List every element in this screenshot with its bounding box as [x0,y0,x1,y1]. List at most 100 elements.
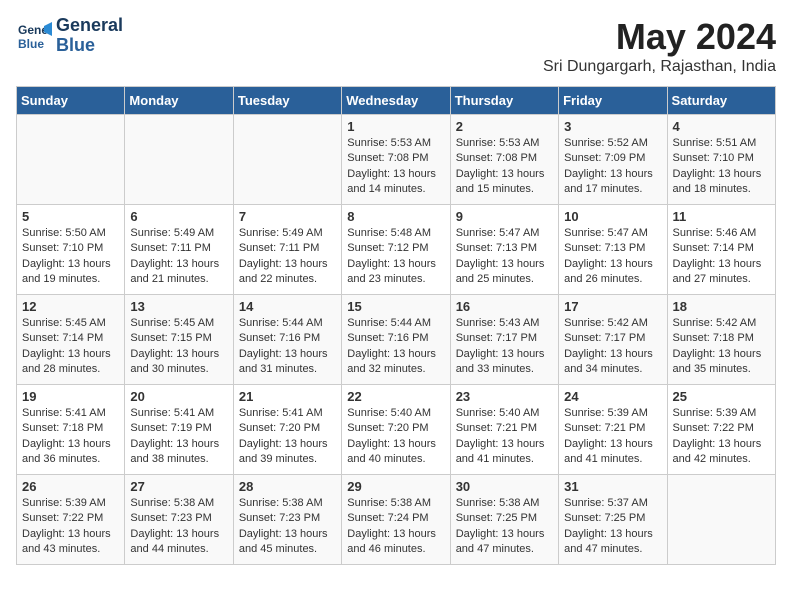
day-info: Sunrise: 5:41 AM Sunset: 7:20 PM Daylight:… [239,406,336,468]
daylight-text: Daylight: 13 hours and 46 minutes. [347,528,436,555]
sunset-text: Sunset: 7:22 PM [673,422,754,434]
daylight-text: Daylight: 13 hours and 19 minutes. [22,258,111,285]
sunrise-text: Sunrise: 5:42 AM [673,317,757,329]
sunrise-text: Sunrise: 5:43 AM [456,317,540,329]
sunrise-text: Sunrise: 5:45 AM [22,317,106,329]
sunset-text: Sunset: 7:16 PM [347,332,428,344]
sunset-text: Sunset: 7:19 PM [130,422,211,434]
sunrise-text: Sunrise: 5:40 AM [347,407,431,419]
calendar-cell: 3Sunrise: 5:52 AMSunset: 7:09 PMDaylight… [559,115,667,205]
sunset-text: Sunset: 7:09 PM [564,152,645,164]
sunrise-text: Sunrise: 5:41 AM [239,407,323,419]
weekday-header-thursday: Thursday [450,87,558,115]
day-number: 8 [347,209,444,224]
sunrise-text: Sunrise: 5:44 AM [347,317,431,329]
day-info: Sunrise: 5:39 AM Sunset: 7:22 PM Daylight:… [673,406,770,468]
sunrise-text: Sunrise: 5:38 AM [456,497,540,509]
calendar-header: SundayMondayTuesdayWednesdayThursdayFrid… [17,87,776,115]
calendar-cell: 25 Sunrise: 5:39 AM Sunset: 7:22 PM Dayligh… [667,385,775,475]
sunrise-text: Sunrise: 5:48 AM [347,227,431,239]
day-number: 29 [347,479,444,494]
daylight-text: Daylight: 13 hours and 43 minutes. [22,528,111,555]
day-info: Sunrise: 5:38 AMSunset: 7:23 PMDaylight:… [130,496,227,558]
day-number: 27 [130,479,227,494]
daylight-text: Daylight: 13 hours and 21 minutes. [130,258,219,285]
daylight-text: Daylight: 13 hours and 41 minutes. [564,438,653,465]
daylight-text: Daylight: 13 hours and 39 minutes. [239,438,328,465]
day-info: Sunrise: 5:45 AMSunset: 7:14 PMDaylight:… [22,316,119,378]
day-info: Sunrise: 5:48 AMSunset: 7:12 PMDaylight:… [347,226,444,288]
sunset-text: Sunset: 7:08 PM [347,152,428,164]
sunrise-text: Sunrise: 5:39 AM [22,497,106,509]
daylight-text: Daylight: 13 hours and 34 minutes. [564,348,653,375]
day-number: 24 [564,389,661,404]
day-number: 20 [130,389,227,404]
day-info: Sunrise: 5:42 AMSunset: 7:18 PMDaylight:… [673,316,770,378]
day-info: Sunrise: 5:44 AMSunset: 7:16 PMDaylight:… [347,316,444,378]
day-number: 5 [22,209,119,224]
sunrise-text: Sunrise: 5:39 AM [564,407,648,419]
calendar-cell: 27 Sunrise: 5:38 AMSunset: 7:23 PMDayligh… [125,475,233,565]
day-info: Sunrise: 5:38 AMSunset: 7:25 PMDaylight:… [456,496,553,558]
sunset-text: Sunset: 7:15 PM [130,332,211,344]
calendar-cell: 6Sunrise: 5:49 AMSunset: 7:11 PMDaylight… [125,205,233,295]
daylight-text: Daylight: 13 hours and 45 minutes. [239,528,328,555]
daylight-text: Daylight: 13 hours and 47 minutes. [456,528,545,555]
day-number: 9 [456,209,553,224]
daylight-text: Daylight: 13 hours and 18 minutes. [673,168,762,195]
daylight-text: Daylight: 13 hours and 35 minutes. [673,348,762,375]
sunrise-text: Sunrise: 5:41 AM [130,407,214,419]
day-info: Sunrise: 5:40 AMSunset: 7:21 PMDaylight:… [456,406,553,468]
sunrise-text: Sunrise: 5:38 AM [130,497,214,509]
calendar-cell: 28Sunrise: 5:38 AMSunset: 7:23 PMDayligh… [233,475,341,565]
calendar-cell: 21Sunrise: 5:41 AMSunset: 7:20 PMDayligh… [233,385,341,475]
weekday-header-tuesday: Tuesday [233,87,341,115]
daylight-text: Daylight: 13 hours and 27 minutes. [673,258,762,285]
daylight-text: Daylight: 13 hours and 17 minutes. [564,168,653,195]
calendar-week-4: 19Sunrise: 5:41 AMSunset: 7:18 PMDayligh… [17,385,776,475]
sunset-text: Sunset: 7:20 PM [239,422,320,434]
day-info: Sunrise: 5:51 AMSunset: 7:10 PMDaylight:… [673,136,770,198]
day-number: 13 [130,299,227,314]
calendar-cell [125,115,233,205]
daylight-text: Daylight: 13 hours and 42 minutes. [673,438,762,465]
calendar-week-1: 1Sunrise: 5:53 AMSunset: 7:08 PMDaylight… [17,115,776,205]
calendar-cell: 29Sunrise: 5:38 AMSunset: 7:24 PMDayligh… [342,475,450,565]
weekday-header-sunday: Sunday [17,87,125,115]
svg-text:Blue: Blue [18,37,44,51]
daylight-text: Daylight: 13 hours and 31 minutes. [239,348,328,375]
day-info: Sunrise: 5:49 AMSunset: 7:11 PMDaylight:… [239,226,336,288]
calendar-cell: 8 Sunrise: 5:48 AMSunset: 7:12 PMDaylight… [342,205,450,295]
day-info: Sunrise: 5:53 AMSunset: 7:08 PMDaylight:… [347,136,444,198]
weekday-header-row: SundayMondayTuesdayWednesdayThursdayFrid… [17,87,776,115]
calendar-cell: 20Sunrise: 5:41 AMSunset: 7:19 PMDayligh… [125,385,233,475]
daylight-text: Daylight: 13 hours and 14 minutes. [347,168,436,195]
day-number: 17 [564,299,661,314]
sunset-text: Sunset: 7:08 PM [456,152,537,164]
sunset-text: Sunset: 7:14 PM [673,242,754,254]
sunset-text: Sunset: 7:20 PM [347,422,428,434]
day-info: Sunrise: 5:45 AMSunset: 7:15 PMDaylight:… [130,316,227,378]
calendar-cell: 19Sunrise: 5:41 AMSunset: 7:18 PMDayligh… [17,385,125,475]
day-info: Sunrise: 5:42 AMSunset: 7:17 PMDaylight:… [564,316,661,378]
sunrise-text: Sunrise: 5:47 AM [456,227,540,239]
sunset-text: Sunset: 7:11 PM [239,242,320,254]
sunrise-text: Sunrise: 5:49 AM [130,227,214,239]
day-info: Sunrise: 5:47 AMSunset: 7:13 PMDaylight:… [456,226,553,288]
day-number: 25 [673,389,770,404]
logo: General Blue General Blue [16,16,123,56]
calendar-cell [233,115,341,205]
calendar-week-2: 5Sunrise: 5:50 AMSunset: 7:10 PMDaylight… [17,205,776,295]
day-number: 4 [673,119,770,134]
day-number: 22 [347,389,444,404]
day-info: Sunrise: 5:52 AMSunset: 7:09 PMDaylight:… [564,136,661,198]
logo-icon: General Blue [16,18,52,54]
calendar-cell: 18Sunrise: 5:42 AMSunset: 7:18 PMDayligh… [667,295,775,385]
daylight-text: Daylight: 13 hours and 47 minutes. [564,528,653,555]
sunset-text: Sunset: 7:17 PM [564,332,645,344]
sunset-text: Sunset: 7:14 PM [22,332,103,344]
daylight-text: Daylight: 13 hours and 23 minutes. [347,258,436,285]
sunrise-text: Sunrise: 5:39 AM [673,407,757,419]
month-title: May 2024 [543,16,776,58]
day-info: Sunrise: 5:41 AMSunset: 7:18 PMDaylight:… [22,406,119,468]
